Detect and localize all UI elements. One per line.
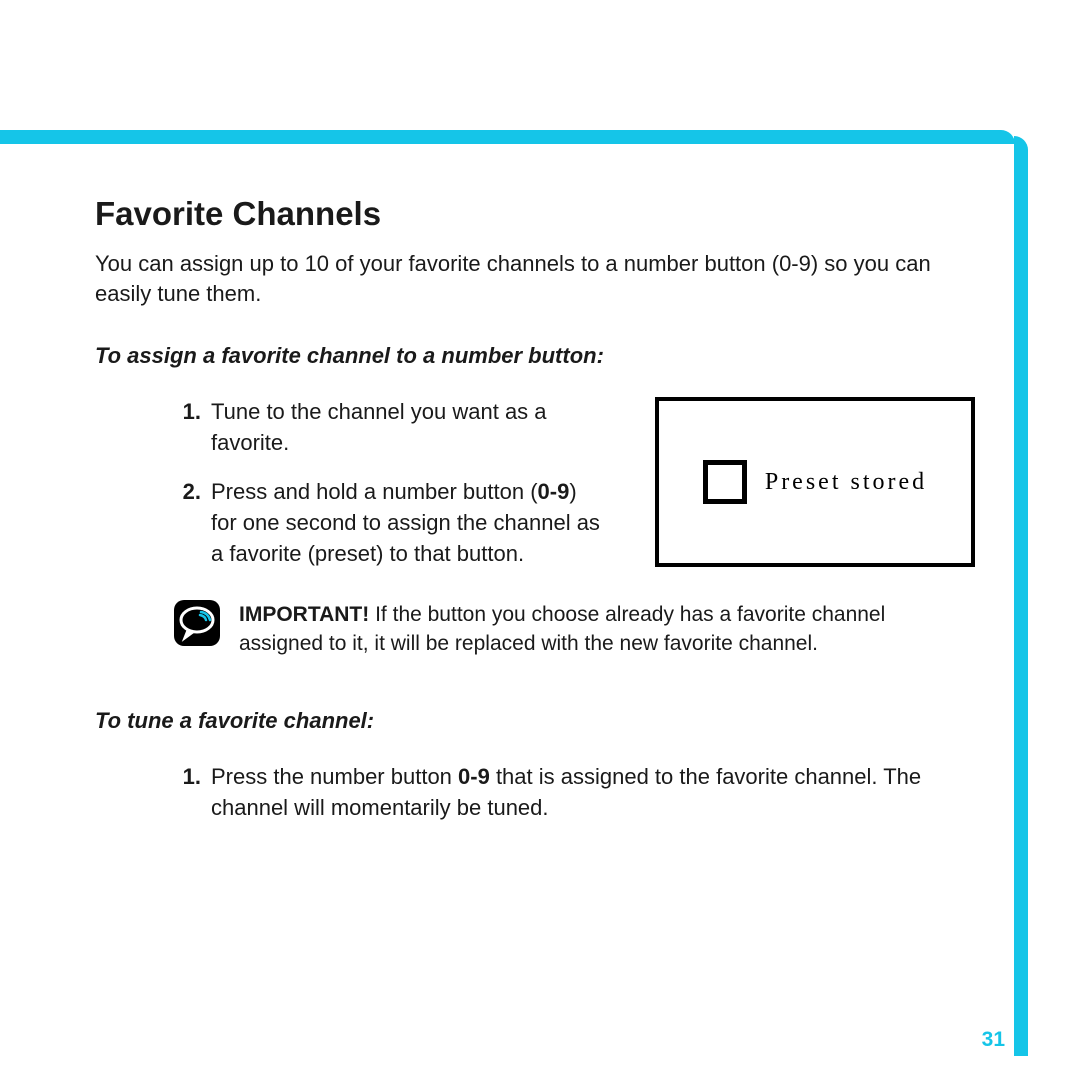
intro-paragraph: You can assign up to 10 of your favorite…: [95, 249, 975, 308]
note-text: IMPORTANT! If the button you choose alre…: [239, 599, 975, 658]
list-item: 1. Press the number button 0-9 that is a…: [95, 762, 975, 824]
list-item: 2. Press and hold a number button (0-9) …: [95, 477, 605, 569]
header-accent-bar: [0, 130, 1015, 144]
display-label: Preset stored: [765, 469, 927, 496]
tune-subhead: To tune a favorite channel:: [95, 708, 975, 734]
assign-subhead: To assign a favorite channel to a number…: [95, 343, 975, 369]
display-square-icon: [703, 460, 747, 504]
assign-list: 1. Tune to the channel you want as a fav…: [95, 397, 605, 569]
list-number: 1.: [173, 762, 211, 824]
page-content: Favorite Channels You can assign up to 1…: [95, 195, 975, 824]
list-text: Press and hold a number button (0-9) for…: [211, 477, 605, 569]
page-number: 31: [982, 1028, 1005, 1052]
speech-bubble-icon: [173, 599, 221, 647]
list-text: Press the number button 0-9 that is assi…: [211, 762, 975, 824]
tune-list: 1. Press the number button 0-9 that is a…: [95, 762, 975, 824]
list-item: 1. Tune to the channel you want as a fav…: [95, 397, 605, 459]
list-number: 2.: [173, 477, 211, 569]
side-accent-bar: [1014, 136, 1028, 1056]
important-note: IMPORTANT! If the button you choose alre…: [173, 599, 975, 658]
page-title: Favorite Channels: [95, 195, 975, 233]
list-text: Tune to the channel you want as a favori…: [211, 397, 605, 459]
display-screen: Preset stored: [655, 397, 975, 567]
list-number: 1.: [173, 397, 211, 459]
assign-row: 1. Tune to the channel you want as a fav…: [95, 397, 975, 569]
